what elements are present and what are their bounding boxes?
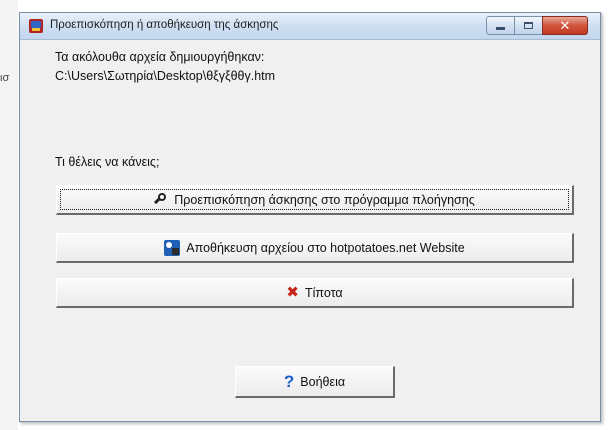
minimize-button[interactable] xyxy=(486,16,515,35)
minimize-icon xyxy=(496,27,505,30)
nothing-button-label: Τίποτα xyxy=(304,285,343,300)
question-mark-icon: ? xyxy=(283,372,295,391)
background-text-fragment: ισ xyxy=(0,72,10,84)
question-label: Τι θέλεις να κάνεις; xyxy=(55,155,160,169)
close-button[interactable]: ✕ xyxy=(542,16,588,35)
web-upload-icon xyxy=(164,239,181,256)
preview-in-browser-button[interactable]: Προεπισκόπηση άσκησης στο πρόγραμμα πλοή… xyxy=(56,185,574,215)
background-window-edge xyxy=(0,0,18,430)
dialog-title: Προεπισκόπηση ή αποθήκευση της άσκησης xyxy=(50,19,279,31)
file-path-text: C:\Users\Σωτηρία\Desktop\θξγξθθγ.htm xyxy=(55,69,276,83)
close-icon: ✕ xyxy=(559,18,571,33)
save-web-button-label: Αποθήκευση αρχείου στο hotpotatoes.net W… xyxy=(186,240,465,255)
maximize-icon xyxy=(524,22,533,29)
files-created-label: Τα ακόλουθα αρχεία δημιουργήθηκαν: xyxy=(55,50,265,64)
magnifier-icon xyxy=(154,192,168,207)
nothing-button[interactable]: ✖ Τίποτα xyxy=(56,278,574,308)
help-button-label: Βοήθεια xyxy=(300,374,346,389)
title-bar[interactable]: Προεπισκόπηση ή αποθήκευση της άσκησης ✕ xyxy=(20,13,600,40)
maximize-button[interactable] xyxy=(514,16,543,35)
red-x-icon: ✖ xyxy=(286,284,299,301)
save-to-website-button[interactable]: Αποθήκευση αρχείου στο hotpotatoes.net W… xyxy=(56,233,574,263)
help-button[interactable]: ? Βοήθεια xyxy=(235,366,395,398)
preview-button-label: Προεπισκόπηση άσκησης στο πρόγραμμα πλοή… xyxy=(174,192,475,207)
app-icon xyxy=(29,19,43,33)
preview-or-save-dialog: Προεπισκόπηση ή αποθήκευση της άσκησης ✕… xyxy=(19,12,601,422)
